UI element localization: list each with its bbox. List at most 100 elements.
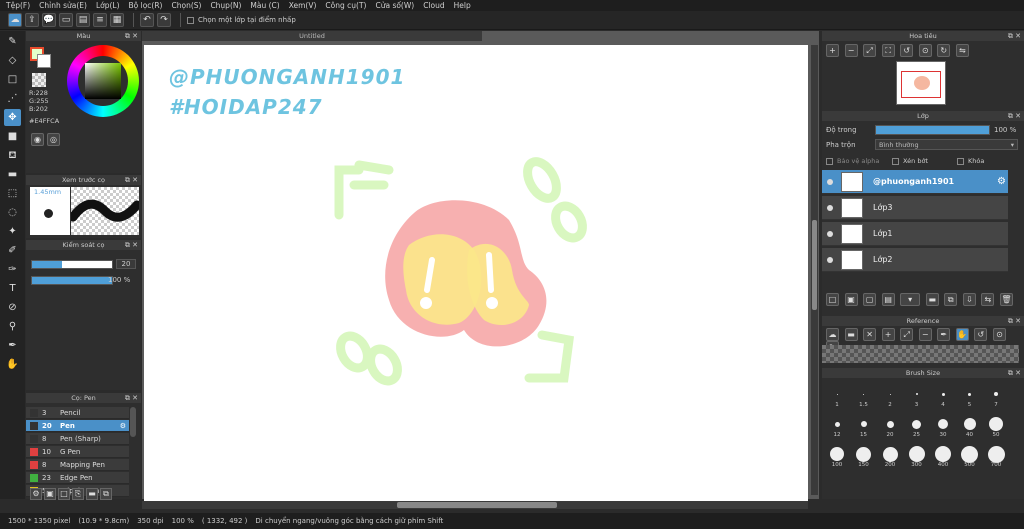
open-folder-icon[interactable]: ▬ <box>844 328 858 341</box>
redo-icon[interactable]: ↷ <box>157 13 171 27</box>
zoom-in-icon[interactable]: + <box>826 44 839 57</box>
menu-item[interactable]: Chụp(N) <box>210 0 241 11</box>
gear-icon[interactable]: ⚙ <box>120 422 126 430</box>
brush-size-option[interactable]: 15 <box>851 412 877 438</box>
flip-icon[interactable]: ⇋ <box>955 44 969 57</box>
bucket-tool-icon[interactable]: ⛾ <box>4 147 21 164</box>
rotate-reset-icon[interactable]: ⊙ <box>992 328 1006 341</box>
eyedropper-tool-icon[interactable]: ⚲ <box>4 318 21 335</box>
folder-icon[interactable]: ▬ <box>86 488 98 500</box>
brush-size-option[interactable]: 2 <box>877 382 903 408</box>
brush-size-option[interactable]: 12 <box>824 412 850 438</box>
brush-size-option[interactable]: 300 <box>904 442 930 468</box>
move-tool-icon[interactable]: ✥ <box>4 109 21 126</box>
menu-item[interactable]: Cloud <box>423 0 444 11</box>
brush-size-option[interactable]: 30 <box>930 412 956 438</box>
menu-item[interactable]: Cửa số(W) <box>375 0 414 11</box>
pipette-tool-icon[interactable]: ✒ <box>4 337 21 354</box>
menu-item[interactable]: Công cụ(T) <box>325 0 366 11</box>
menu-item[interactable]: Chọn(S) <box>171 0 201 11</box>
visibility-icon[interactable] <box>827 230 833 237</box>
detach-icon[interactable]: ⧉ ✕ <box>1008 111 1021 121</box>
menu-item[interactable]: Tệp(F) <box>6 0 30 11</box>
fit-icon[interactable]: ⤢ <box>900 328 914 341</box>
new-layer-1bit-icon[interactable]: ▢ <box>863 293 877 306</box>
brush-opacity-slider[interactable] <box>31 276 113 285</box>
transfer-icon[interactable]: ⇆ <box>981 293 995 306</box>
brush-size-option[interactable]: 4 <box>930 382 956 408</box>
visibility-icon[interactable] <box>827 256 833 263</box>
detach-icon[interactable]: ⧉ ✕ <box>1008 31 1021 41</box>
eraser-tool-icon[interactable]: ◇ <box>4 52 21 69</box>
brush-tool-icon[interactable]: ✎ <box>4 33 21 50</box>
detach-icon[interactable]: ⧉ ✕ <box>125 31 138 41</box>
rotate-left-icon[interactable]: ↺ <box>900 44 914 57</box>
list-icon[interactable]: ≡ <box>93 13 107 27</box>
folder-icon[interactable]: ▬ <box>925 293 939 306</box>
actual-size-icon[interactable]: ⛶ <box>881 44 895 57</box>
detach-icon[interactable]: ⧉ ✕ <box>125 393 138 403</box>
canvas-vertical-scrollbar[interactable] <box>811 45 818 495</box>
brush-size-option[interactable]: 25 <box>904 412 930 438</box>
fit-icon[interactable]: ⤢ <box>863 44 877 57</box>
add-brush-icon[interactable]: ▣ <box>44 488 56 500</box>
select-layer-on-click-toggle[interactable]: Chọn một lớp tại điểm nhấp <box>187 16 296 24</box>
palette-icon[interactable]: ◉ <box>31 133 44 146</box>
speech-bubble-icon[interactable]: 💬 <box>42 13 56 27</box>
cloud-icon[interactable]: ☁ <box>8 13 22 27</box>
rect-tool-icon[interactable]: □ <box>4 71 21 88</box>
duplicate-icon[interactable]: ⧉ <box>100 488 112 500</box>
divide-tool-icon[interactable]: ⊘ <box>4 299 21 316</box>
close-icon[interactable]: ✕ <box>863 328 877 341</box>
layer-row[interactable]: @phuonganh1901 ⚙ <box>822 170 1008 194</box>
menu-item[interactable]: Chỉnh sửa(E) <box>39 0 87 11</box>
layer-row[interactable]: Lớp3 <box>822 196 1008 220</box>
detach-icon[interactable]: ⧉ ✕ <box>1008 316 1021 326</box>
brush-item[interactable]: 8 Pen (Sharp) <box>26 433 129 445</box>
eyedropper-icon[interactable]: ✒ <box>937 328 951 341</box>
canvas-horizontal-scrollbar[interactable] <box>142 501 808 509</box>
visibility-icon[interactable] <box>827 178 833 185</box>
copy-brush-icon[interactable]: ⎘ <box>72 488 84 500</box>
saturation-square[interactable] <box>85 63 121 99</box>
clip-checkbox[interactable] <box>892 157 899 165</box>
gradient-tool-icon[interactable]: ▬ <box>4 166 21 183</box>
delete-layer-icon[interactable]: 🗑 <box>999 293 1013 306</box>
dot-tool-icon[interactable]: ⋰ <box>4 90 21 107</box>
layer-row[interactable]: Lớp1 <box>822 222 1008 246</box>
gear-icon[interactable]: ⚙ <box>997 176 1006 187</box>
zoom-in-icon[interactable]: + <box>881 328 895 341</box>
select-layer-checkbox[interactable] <box>187 16 194 24</box>
brush-size-option[interactable]: 40 <box>957 412 983 438</box>
add-halftone-icon[interactable]: ▤ <box>881 293 895 306</box>
select-pen-tool-icon[interactable]: ✐ <box>4 242 21 259</box>
menu-item[interactable]: Màu (C) <box>250 0 279 11</box>
navigator-preview[interactable] <box>896 61 946 105</box>
brush-size-option[interactable]: 100 <box>824 442 850 468</box>
brush-size-option[interactable]: 50 <box>983 412 1009 438</box>
duplicate-layer-icon[interactable]: ⧉ <box>944 293 958 306</box>
detach-icon[interactable]: ⧉ ✕ <box>125 240 138 250</box>
rotate-reset-icon[interactable]: ⊙ <box>918 44 932 57</box>
export-icon[interactable]: ⇪ <box>25 13 39 27</box>
hand-icon[interactable]: ✋ <box>955 328 969 341</box>
brush-size-option[interactable]: 700 <box>983 442 1009 468</box>
new-layer-icon[interactable]: □ <box>826 293 839 306</box>
brush-size-option[interactable]: 1.5 <box>851 382 877 408</box>
palette-add-icon[interactable]: ◎ <box>47 133 60 146</box>
canvas-paper[interactable]: @PHUONGANH1901 #HOIDAP247 <box>144 45 808 501</box>
lock-checkbox[interactable] <box>957 157 964 165</box>
document-tab[interactable]: Untitled <box>142 31 482 41</box>
brush-size-option[interactable]: 5 <box>957 382 983 408</box>
visibility-icon[interactable] <box>827 204 833 211</box>
fill-rect-tool-icon[interactable]: ■ <box>4 128 21 145</box>
brush-size-value[interactable]: 20 <box>116 259 136 269</box>
brush-settings-icon[interactable]: ⚙ <box>30 488 42 500</box>
brush-item[interactable]: 3 Pencil <box>26 407 129 419</box>
transparent-color-swatch[interactable] <box>32 73 46 87</box>
merge-down-icon[interactable]: ⇩ <box>962 293 976 306</box>
comment-icon[interactable]: ▭ <box>59 13 73 27</box>
rotate-right-icon[interactable]: ↻ <box>937 44 951 57</box>
new-layer-8bit-icon[interactable]: ▣ <box>844 293 858 306</box>
magic-wand-tool-icon[interactable]: ✦ <box>4 223 21 240</box>
